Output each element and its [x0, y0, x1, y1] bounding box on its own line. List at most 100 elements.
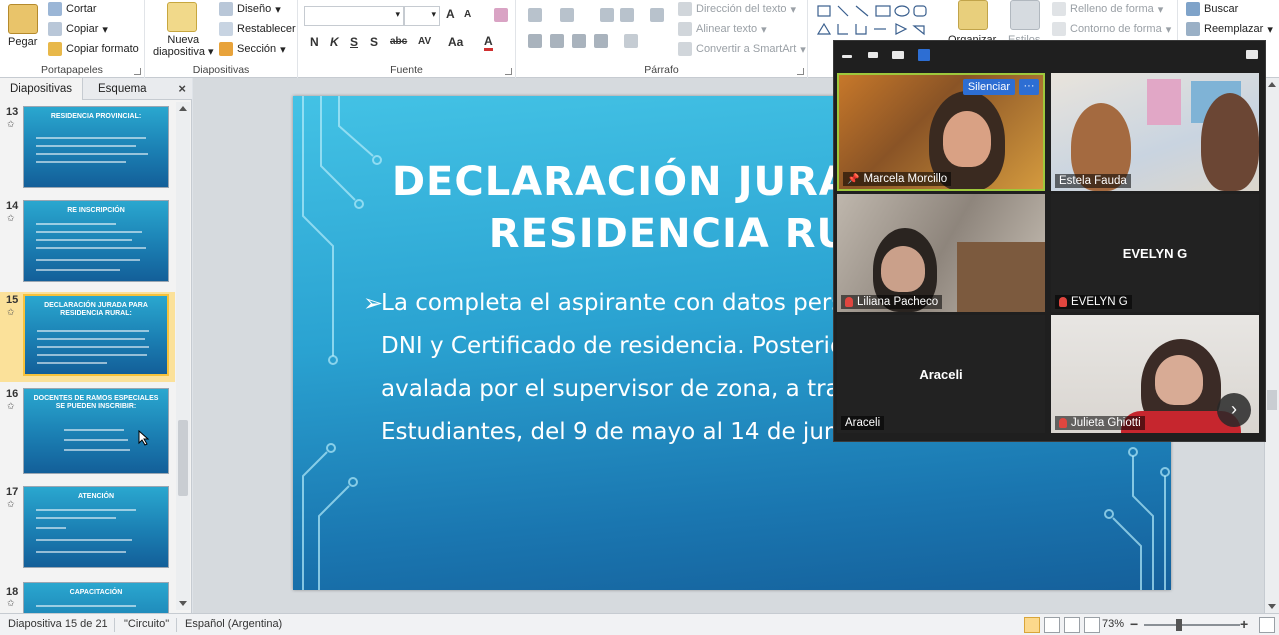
- replace-button[interactable]: Reemplazar ▾: [1186, 22, 1273, 36]
- slide-thumbnail-14[interactable]: 14 ✩ RE INSCRIPCIÓN: [0, 198, 175, 288]
- close-icon[interactable]: ×: [178, 81, 186, 96]
- new-slide-icon[interactable]: [167, 2, 197, 32]
- tab-outline[interactable]: Esquema: [88, 78, 157, 100]
- exit-fullscreen-icon[interactable]: [1246, 50, 1258, 59]
- minimize-icon[interactable]: [842, 55, 852, 58]
- scroll-down-icon[interactable]: [1268, 604, 1276, 609]
- grow-font-button[interactable]: A: [446, 7, 455, 21]
- scroll-up-icon[interactable]: [179, 106, 187, 111]
- participant-tile[interactable]: EVELYN G EVELYN G: [1051, 194, 1259, 312]
- language-indicator[interactable]: Español (Argentina): [185, 618, 282, 630]
- paste-button[interactable]: Pegar: [8, 36, 37, 48]
- quick-styles-icon[interactable]: [1010, 0, 1040, 30]
- text-direction-button[interactable]: Dirección del texto ▾: [678, 2, 796, 16]
- speaker-view-icon[interactable]: [868, 52, 878, 58]
- bullets-icon[interactable]: [528, 8, 542, 22]
- fit-to-window-button[interactable]: [1259, 617, 1275, 633]
- organize-icon[interactable]: [958, 0, 988, 30]
- next-page-button[interactable]: ›: [1217, 393, 1251, 427]
- underline-button[interactable]: S: [350, 35, 358, 49]
- scroll-down-icon[interactable]: [179, 601, 187, 606]
- slide-thumbnail-16[interactable]: 16 ✩ DOCENTES DE RAMOS ESPECIALES SE PUE…: [0, 386, 175, 480]
- slide-counter: Diapositiva 15 de 21: [8, 618, 108, 630]
- editor-scrollbar[interactable]: [1264, 78, 1279, 613]
- columns-icon[interactable]: [624, 34, 638, 48]
- decrease-indent-icon[interactable]: [600, 8, 614, 22]
- align-right-icon[interactable]: [572, 34, 586, 48]
- font-family-select[interactable]: ▾: [304, 6, 404, 26]
- slide-thumbnail-15[interactable]: 15 ✩ DECLARACIÓN JURADA PARA RESIDENCIA …: [0, 292, 175, 382]
- clipboard-launcher-icon[interactable]: [134, 68, 141, 75]
- slideshow-view-button[interactable]: [1084, 617, 1100, 633]
- bold-button[interactable]: N: [310, 35, 319, 49]
- reading-view-button[interactable]: [1064, 617, 1080, 633]
- video-call-window[interactable]: Silenciar ··· 📌 Marcela Morcillo Estela F…: [833, 40, 1266, 442]
- paragraph-launcher-icon[interactable]: [797, 68, 804, 75]
- change-case-button[interactable]: Aa: [448, 35, 463, 49]
- normal-view-button[interactable]: [1024, 617, 1040, 633]
- status-bar: Diapositiva 15 de 21 "Circuito" Español …: [0, 613, 1279, 635]
- shadow-button[interactable]: S: [370, 35, 378, 49]
- strip-view-icon[interactable]: [892, 51, 904, 59]
- char-spacing-button[interactable]: AV: [418, 36, 431, 47]
- thumbnail-number: 16: [6, 388, 19, 400]
- cut-button[interactable]: Cortar: [48, 2, 97, 16]
- tab-slides[interactable]: Diapositivas: [0, 78, 83, 100]
- thumbnail-text-line: [36, 527, 66, 529]
- replace-icon: [1186, 22, 1200, 36]
- italic-button[interactable]: K: [330, 35, 339, 49]
- section-button[interactable]: Sección ▾: [219, 42, 286, 56]
- font-color-button[interactable]: A: [484, 34, 493, 51]
- panel-scrollbar[interactable]: [176, 102, 190, 610]
- zoom-out-button[interactable]: −: [1130, 616, 1138, 632]
- participant-name-text: Liliana Pacheco: [857, 296, 939, 308]
- copy-button[interactable]: Copiar ▾: [48, 22, 108, 36]
- scrollbar-thumb[interactable]: [178, 420, 188, 496]
- paste-icon[interactable]: [8, 4, 38, 34]
- participant-tile[interactable]: Liliana Pacheco: [837, 194, 1045, 312]
- slide-sorter-view-button[interactable]: [1044, 617, 1060, 633]
- scroll-up-icon[interactable]: [1268, 82, 1276, 87]
- justify-icon[interactable]: [594, 34, 608, 48]
- thumbnail-text-line: [37, 338, 145, 340]
- align-text-button[interactable]: Alinear texto ▾: [678, 22, 767, 36]
- font-launcher-icon[interactable]: [505, 68, 512, 75]
- pin-icon: 📌: [847, 173, 860, 185]
- zoom-slider[interactable]: [1144, 624, 1240, 626]
- increase-indent-icon[interactable]: [620, 8, 634, 22]
- slide-thumbnail-18[interactable]: 18 ✩ CAPACITACIÓN: [0, 578, 175, 613]
- font-size-select[interactable]: ▾: [404, 6, 440, 26]
- layout-button[interactable]: Diseño ▾: [219, 2, 281, 16]
- thumbnail-text-line: [36, 259, 140, 261]
- participant-name: Araceli: [841, 416, 885, 430]
- numbering-icon[interactable]: [560, 8, 574, 22]
- thumbnail-preview: DECLARACIÓN JURADA PARA RESIDENCIA RURAL…: [23, 294, 169, 376]
- participant-tile[interactable]: Araceli Araceli: [837, 315, 1045, 433]
- scrollbar-thumb[interactable]: [1267, 390, 1277, 410]
- line-spacing-icon[interactable]: [650, 8, 664, 22]
- align-left-icon[interactable]: [528, 34, 542, 48]
- new-slide-button[interactable]: Nueva diapositiva ▾: [153, 34, 214, 58]
- more-options-button[interactable]: ···: [1019, 79, 1039, 95]
- shape-fill-button[interactable]: Relleno de forma ▾: [1052, 2, 1163, 16]
- clear-format-icon[interactable]: [494, 8, 508, 22]
- shape-outline-button[interactable]: Contorno de forma ▾: [1052, 22, 1171, 36]
- find-button[interactable]: Buscar: [1186, 2, 1238, 16]
- format-painter-button[interactable]: Copiar formato: [48, 42, 139, 56]
- zoom-slider-handle[interactable]: [1176, 619, 1182, 631]
- align-center-icon[interactable]: [550, 34, 564, 48]
- zoom-level[interactable]: 73%: [1102, 618, 1124, 630]
- participant-tile[interactable]: Estela Fauda: [1051, 73, 1259, 191]
- strikethrough-button[interactable]: abc: [390, 36, 407, 47]
- zoom-in-button[interactable]: +: [1240, 616, 1248, 632]
- shrink-font-button[interactable]: A: [464, 9, 471, 20]
- participant-tile[interactable]: Silenciar ··· 📌 Marcela Morcillo: [837, 73, 1045, 191]
- thumbnail-title: RESIDENCIA PROVINCIAL:: [50, 113, 142, 120]
- slide-thumbnail-13[interactable]: 13 ✩ RESIDENCIA PROVINCIAL:: [0, 104, 175, 194]
- smartart-button[interactable]: Convertir a SmartArt ▾: [678, 42, 806, 56]
- participant-name: Estela Fauda: [1055, 174, 1131, 188]
- reset-button[interactable]: Restablecer: [219, 22, 296, 36]
- mute-participant-button[interactable]: Silenciar: [962, 79, 1015, 95]
- gallery-view-icon[interactable]: [918, 49, 930, 61]
- slide-thumbnail-17[interactable]: 17 ✩ ATENCIÓN: [0, 484, 175, 574]
